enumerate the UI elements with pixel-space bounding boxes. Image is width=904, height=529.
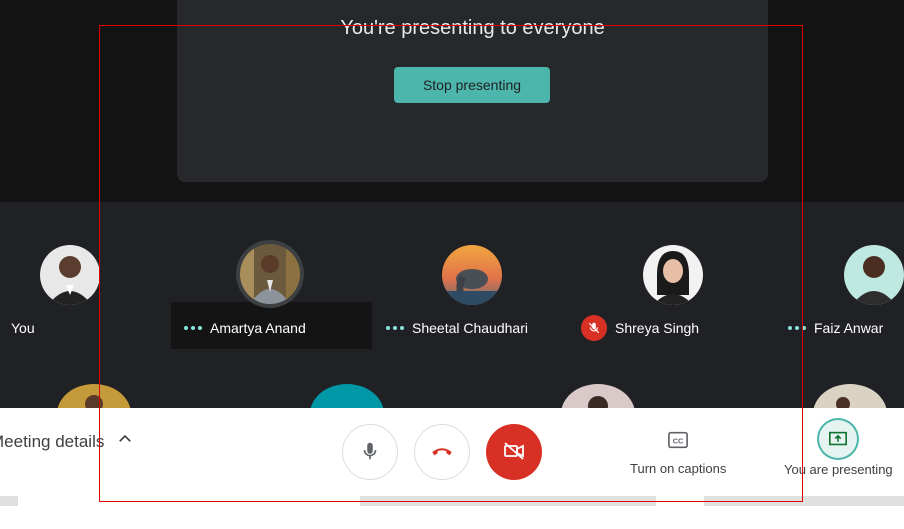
captions-button[interactable]: CC Turn on captions	[630, 430, 726, 476]
divider	[360, 496, 656, 506]
mic-off-icon	[581, 315, 607, 341]
participant-name: Amartya Anand	[210, 320, 306, 336]
cc-icon: CC	[667, 430, 689, 455]
participant-name: Shreya Singh	[615, 320, 700, 336]
camera-toggle-button[interactable]	[486, 424, 542, 480]
participant-name: Sheetal Chaudhari	[412, 320, 528, 336]
participant-name: You	[11, 320, 35, 336]
stop-presenting-button[interactable]: Stop presenting	[394, 67, 550, 103]
chevron-up-icon	[116, 430, 134, 453]
avatar	[844, 245, 904, 305]
participant-name: Faiz Anwar	[814, 320, 884, 336]
speaking-indicator-icon	[386, 326, 404, 330]
present-screen-icon	[819, 420, 858, 458]
participant-grid	[0, 202, 904, 408]
presenting-title: You're presenting to everyone	[340, 17, 605, 39]
avatar	[643, 245, 703, 305]
avatar	[240, 244, 300, 304]
presenting-label: You are presenting	[784, 462, 893, 477]
svg-text:CC: CC	[673, 437, 684, 446]
camera-off-icon	[502, 439, 526, 466]
speaking-indicator-icon	[184, 326, 202, 330]
presenting-panel: You're presenting to everyone Stop prese…	[177, 0, 768, 182]
captions-label: Turn on captions	[630, 461, 727, 476]
mic-icon	[359, 440, 381, 465]
divider	[704, 496, 904, 506]
speaking-indicator-icon	[788, 326, 806, 330]
present-button[interactable]: You are presenting	[784, 420, 893, 477]
divider	[0, 496, 18, 506]
phone-hangup-icon	[429, 438, 455, 467]
avatar	[40, 245, 100, 305]
leave-call-button[interactable]	[414, 424, 470, 480]
meeting-details-button[interactable]: Meeting details	[0, 430, 134, 453]
meeting-details-label: Meeting details	[0, 431, 105, 451]
microphone-button[interactable]	[342, 424, 398, 480]
avatar	[442, 245, 502, 305]
